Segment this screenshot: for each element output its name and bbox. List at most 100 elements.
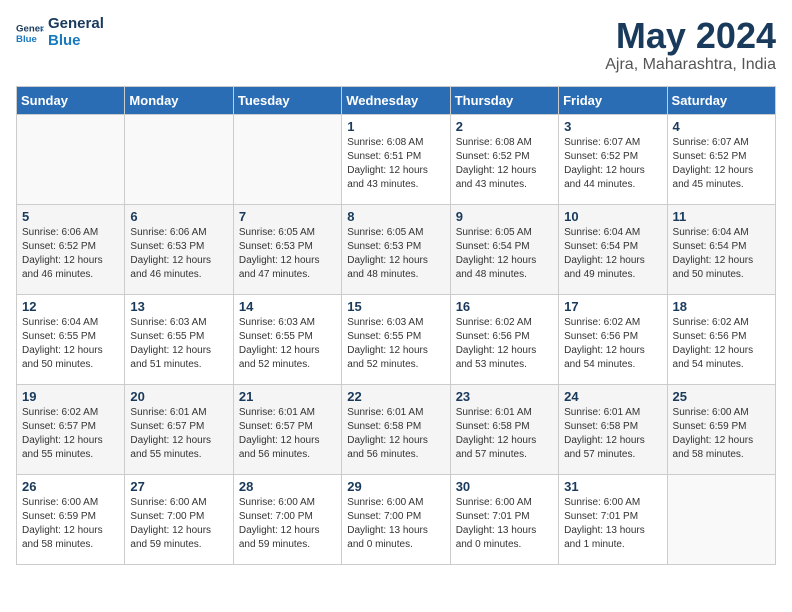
calendar-cell: 23Sunrise: 6:01 AM Sunset: 6:58 PM Dayli…: [450, 384, 558, 474]
title-block: May 2024 Ajra, Maharashtra, India: [605, 16, 776, 74]
day-number: 9: [456, 209, 553, 224]
weekday-header-row: SundayMondayTuesdayWednesdayThursdayFrid…: [17, 86, 776, 114]
calendar-table: SundayMondayTuesdayWednesdayThursdayFrid…: [16, 86, 776, 565]
day-info: Sunrise: 6:00 AM Sunset: 6:59 PM Dayligh…: [22, 496, 119, 552]
day-info: Sunrise: 6:07 AM Sunset: 6:52 PM Dayligh…: [564, 136, 661, 192]
day-info: Sunrise: 6:02 AM Sunset: 6:56 PM Dayligh…: [564, 316, 661, 372]
day-number: 24: [564, 389, 661, 404]
calendar-cell: 29 Sunrise: 6:00 AM Sunset: 7:00 PM Dayli…: [342, 474, 450, 564]
calendar-cell: 5Sunrise: 6:06 AM Sunset: 6:52 PM Daylig…: [17, 204, 125, 294]
calendar-cell: 4 Sunrise: 6:07 AM Sunset: 6:52 PM Daylig…: [667, 114, 775, 204]
day-number: 7: [239, 209, 336, 224]
calendar-cell: 20 Sunrise: 6:01 AM Sunset: 6:57 PM Dayli…: [125, 384, 233, 474]
day-number: 12: [22, 299, 119, 314]
day-info: Sunrise: 6:03 AM Sunset: 6:55 PM Dayligh…: [130, 316, 227, 372]
day-number: 4: [673, 119, 770, 134]
day-number: 23: [456, 389, 553, 404]
calendar-cell: [125, 114, 233, 204]
calendar-cell: 28 Sunrise: 6:00 AM Sunset: 7:00 PM Dayli…: [233, 474, 341, 564]
calendar-cell: 16 Sunrise: 6:02 AM Sunset: 6:56 PM Dayli…: [450, 294, 558, 384]
day-number: 22: [347, 389, 444, 404]
week-row-2: 5Sunrise: 6:06 AM Sunset: 6:52 PM Daylig…: [17, 204, 776, 294]
svg-text:Blue: Blue: [16, 33, 37, 44]
day-number: 19: [22, 389, 119, 404]
week-row-1: 1 Sunrise: 6:08 AM Sunset: 6:51 PM Daylig…: [17, 114, 776, 204]
weekday-header-sunday: Sunday: [17, 86, 125, 114]
calendar-cell: 27 Sunrise: 6:00 AM Sunset: 7:00 PM Dayli…: [125, 474, 233, 564]
weekday-header-tuesday: Tuesday: [233, 86, 341, 114]
calendar-cell: 26 Sunrise: 6:00 AM Sunset: 6:59 PM Dayli…: [17, 474, 125, 564]
day-number: 16: [456, 299, 553, 314]
calendar-cell: 12Sunrise: 6:04 AM Sunset: 6:55 PM Dayli…: [17, 294, 125, 384]
calendar-cell: 13 Sunrise: 6:03 AM Sunset: 6:55 PM Dayli…: [125, 294, 233, 384]
day-number: 1: [347, 119, 444, 134]
week-row-4: 19 Sunrise: 6:02 AM Sunset: 6:57 PM Dayli…: [17, 384, 776, 474]
day-info: Sunrise: 6:00 AM Sunset: 7:00 PM Dayligh…: [347, 496, 444, 552]
day-info: Sunrise: 6:03 AM Sunset: 6:55 PM Dayligh…: [347, 316, 444, 372]
calendar-cell: 10 Sunrise: 6:04 AM Sunset: 6:54 PM Dayli…: [559, 204, 667, 294]
day-number: 10: [564, 209, 661, 224]
day-number: 26: [22, 479, 119, 494]
page-header: General Blue General Blue May 2024 Ajra,…: [16, 16, 776, 74]
day-info: Sunrise: 6:01 AM Sunset: 6:58 PM Dayligh…: [564, 406, 661, 462]
day-info: Sunrise: 6:00 AM Sunset: 7:00 PM Dayligh…: [239, 496, 336, 552]
calendar-cell: 8Sunrise: 6:05 AM Sunset: 6:53 PM Daylig…: [342, 204, 450, 294]
day-info: Sunrise: 6:00 AM Sunset: 6:59 PM Dayligh…: [673, 406, 770, 462]
day-number: 30: [456, 479, 553, 494]
weekday-header-thursday: Thursday: [450, 86, 558, 114]
weekday-header-monday: Monday: [125, 86, 233, 114]
calendar-cell: 2Sunrise: 6:08 AM Sunset: 6:52 PM Daylig…: [450, 114, 558, 204]
day-info: Sunrise: 6:01 AM Sunset: 6:57 PM Dayligh…: [130, 406, 227, 462]
logo: General Blue General Blue: [16, 16, 104, 49]
logo-icon: General Blue: [16, 19, 44, 47]
day-info: Sunrise: 6:05 AM Sunset: 6:53 PM Dayligh…: [347, 226, 444, 282]
day-number: 28: [239, 479, 336, 494]
day-info: Sunrise: 6:04 AM Sunset: 6:54 PM Dayligh…: [564, 226, 661, 282]
day-info: Sunrise: 6:07 AM Sunset: 6:52 PM Dayligh…: [673, 136, 770, 192]
day-number: 13: [130, 299, 227, 314]
calendar-cell: 18 Sunrise: 6:02 AM Sunset: 6:56 PM Dayli…: [667, 294, 775, 384]
calendar-cell: 22 Sunrise: 6:01 AM Sunset: 6:58 PM Dayli…: [342, 384, 450, 474]
day-number: 15: [347, 299, 444, 314]
calendar-cell: 11Sunrise: 6:04 AM Sunset: 6:54 PM Dayli…: [667, 204, 775, 294]
day-number: 21: [239, 389, 336, 404]
day-info: Sunrise: 6:00 AM Sunset: 7:01 PM Dayligh…: [456, 496, 553, 552]
day-number: 18: [673, 299, 770, 314]
day-number: 11: [673, 209, 770, 224]
calendar-cell: 21 Sunrise: 6:01 AM Sunset: 6:57 PM Dayli…: [233, 384, 341, 474]
calendar-cell: [17, 114, 125, 204]
calendar-cell: 30 Sunrise: 6:00 AM Sunset: 7:01 PM Dayli…: [450, 474, 558, 564]
calendar-cell: 3 Sunrise: 6:07 AM Sunset: 6:52 PM Daylig…: [559, 114, 667, 204]
day-info: Sunrise: 6:02 AM Sunset: 6:56 PM Dayligh…: [673, 316, 770, 372]
week-row-5: 26 Sunrise: 6:00 AM Sunset: 6:59 PM Dayli…: [17, 474, 776, 564]
day-number: 14: [239, 299, 336, 314]
calendar-cell: 9 Sunrise: 6:05 AM Sunset: 6:54 PM Daylig…: [450, 204, 558, 294]
day-info: Sunrise: 6:01 AM Sunset: 6:58 PM Dayligh…: [347, 406, 444, 462]
day-number: 3: [564, 119, 661, 134]
calendar-title: May 2024: [605, 16, 776, 56]
day-number: 27: [130, 479, 227, 494]
calendar-cell: 24 Sunrise: 6:01 AM Sunset: 6:58 PM Dayli…: [559, 384, 667, 474]
day-info: Sunrise: 6:06 AM Sunset: 6:52 PM Dayligh…: [22, 226, 119, 282]
day-info: Sunrise: 6:02 AM Sunset: 6:57 PM Dayligh…: [22, 406, 119, 462]
day-info: Sunrise: 6:00 AM Sunset: 7:00 PM Dayligh…: [130, 496, 227, 552]
logo-general: General: [48, 16, 104, 33]
calendar-cell: 15 Sunrise: 6:03 AM Sunset: 6:55 PM Dayli…: [342, 294, 450, 384]
day-number: 25: [673, 389, 770, 404]
calendar-cell: [667, 474, 775, 564]
day-info: Sunrise: 6:00 AM Sunset: 7:01 PM Dayligh…: [564, 496, 661, 552]
day-info: Sunrise: 6:01 AM Sunset: 6:57 PM Dayligh…: [239, 406, 336, 462]
calendar-cell: 25 Sunrise: 6:00 AM Sunset: 6:59 PM Dayli…: [667, 384, 775, 474]
calendar-cell: [233, 114, 341, 204]
day-info: Sunrise: 6:05 AM Sunset: 6:54 PM Dayligh…: [456, 226, 553, 282]
day-info: Sunrise: 6:08 AM Sunset: 6:51 PM Dayligh…: [347, 136, 444, 192]
calendar-cell: 14Sunrise: 6:03 AM Sunset: 6:55 PM Dayli…: [233, 294, 341, 384]
logo-blue: Blue: [48, 33, 104, 50]
weekday-header-wednesday: Wednesday: [342, 86, 450, 114]
day-number: 17: [564, 299, 661, 314]
day-number: 29: [347, 479, 444, 494]
weekday-header-friday: Friday: [559, 86, 667, 114]
week-row-3: 12Sunrise: 6:04 AM Sunset: 6:55 PM Dayli…: [17, 294, 776, 384]
day-number: 20: [130, 389, 227, 404]
day-info: Sunrise: 6:02 AM Sunset: 6:56 PM Dayligh…: [456, 316, 553, 372]
